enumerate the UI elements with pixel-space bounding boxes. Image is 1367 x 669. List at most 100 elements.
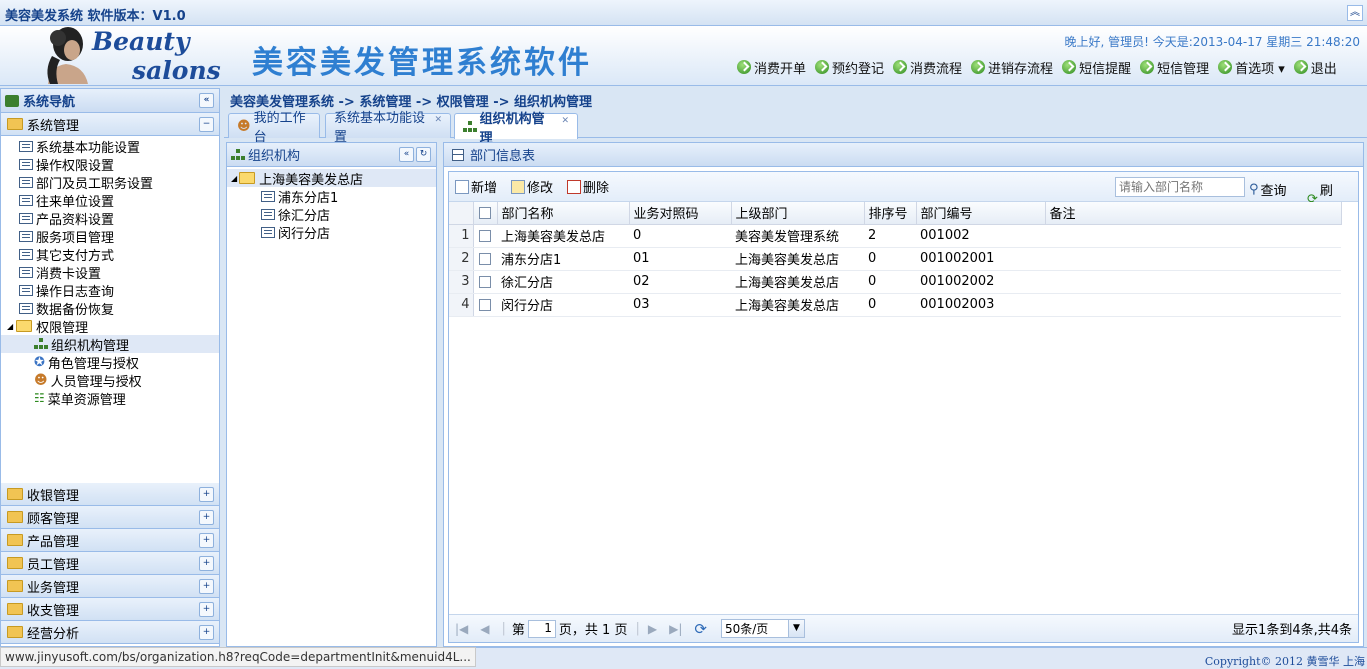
accordion-label: 收银管理 [27, 488, 80, 504]
form-icon [19, 230, 33, 242]
row-checkbox[interactable] [478, 229, 491, 242]
refresh-icon[interactable]: ⟳ [694, 620, 707, 638]
collapse-panel-button[interactable]: « [399, 147, 414, 162]
sidebar-item[interactable]: 系统基本功能设置 [19, 137, 219, 156]
column-header[interactable]: 排序号 [864, 202, 917, 225]
cell-parent: 上海美容美发总店 [731, 247, 864, 271]
sidebar-item[interactable]: 部门及员工职务设置 [19, 173, 219, 192]
accordion-employee[interactable]: 员工管理 + [1, 552, 219, 575]
sidebar-item[interactable]: 操作权限设置 [19, 155, 219, 174]
table-row[interactable]: 1 上海美容美发总店 0 美容美发管理系统 2 001002 [449, 224, 1341, 248]
close-icon[interactable]: ✕ [561, 116, 569, 126]
nav-sms-manage[interactable]: 短信管理 [1140, 57, 1209, 77]
last-page-icon[interactable]: ▶| [669, 622, 682, 636]
org-root-node[interactable]: ◢ 上海美容美发总店 [227, 169, 436, 188]
sidebar-folder-permission[interactable]: ◢ 权限管理 [7, 317, 219, 336]
row-select-cell[interactable] [473, 224, 497, 248]
expand-group-button[interactable]: + [199, 510, 214, 525]
nav-sms-reminder[interactable]: 短信提醒 [1062, 57, 1131, 77]
nav-appointment[interactable]: 预约登记 [815, 57, 884, 77]
sidebar-item-label: 产品资料设置 [36, 212, 115, 228]
chevron-down-icon[interactable]: ▼ [787, 620, 804, 637]
row-checkbox[interactable] [478, 298, 491, 311]
table-row[interactable]: 4 闵行分店 03 上海美容美发总店 0 001002003 [449, 293, 1341, 317]
expand-group-button[interactable]: + [199, 579, 214, 594]
first-page-icon[interactable]: |◀ [455, 622, 468, 636]
sidebar-item[interactable]: 其它支付方式 [19, 245, 219, 264]
department-search-input[interactable] [1115, 177, 1245, 197]
row-select-cell[interactable] [473, 293, 497, 317]
accordion-business[interactable]: 业务管理 + [1, 575, 219, 598]
nav-logout[interactable]: 退出 [1293, 57, 1337, 77]
nav-inventory-flow[interactable]: 进销存流程 [971, 57, 1053, 77]
expand-group-button[interactable]: + [199, 533, 214, 548]
accordion-analysis[interactable]: 经营分析 + [1, 621, 219, 644]
accordion-product[interactable]: 产品管理 + [1, 529, 219, 552]
sidebar-item[interactable]: 产品资料设置 [19, 209, 219, 228]
expand-arrow-icon[interactable]: ◢ [7, 322, 13, 331]
close-icon[interactable]: ✕ [434, 115, 442, 125]
table-row[interactable]: 2 浦东分店1 01 上海美容美发总店 0 001002001 [449, 247, 1341, 271]
sidebar-item[interactable]: 数据备份恢复 [19, 299, 219, 318]
row-checkbox[interactable] [478, 252, 491, 265]
row-select-cell[interactable] [473, 270, 497, 294]
column-header[interactable]: 上级部门 [731, 202, 865, 225]
org-chart-icon [463, 120, 477, 133]
org-child-node[interactable]: 徐汇分店 [231, 205, 436, 224]
next-page-icon[interactable]: ▶ [648, 622, 657, 636]
column-header[interactable]: 部门名称 [497, 202, 630, 225]
select-all-header[interactable] [473, 202, 498, 225]
sidebar-item[interactable]: 消费卡设置 [19, 263, 219, 282]
sidebar-item-menu-resource[interactable]: ☷ 菜单资源管理 [19, 389, 219, 408]
cell-sort: 2 [864, 224, 916, 248]
nav-consume-order[interactable]: 消费开单 [737, 57, 806, 77]
column-header[interactable]: 备注 [1045, 202, 1342, 225]
expand-arrow-icon[interactable]: ◢ [231, 174, 237, 183]
collapse-sidebar-button[interactable]: « [199, 93, 214, 108]
sidebar-item[interactable]: 操作日志查询 [19, 281, 219, 300]
accordion-customer[interactable]: 顾客管理 + [1, 506, 219, 529]
tab-workbench[interactable]: ☻ 我的工作台 [228, 111, 320, 145]
org-child-node[interactable]: 浦东分店1 [231, 187, 436, 206]
add-button[interactable]: 新增 [455, 177, 497, 196]
sidebar-item[interactable]: 往来单位设置 [19, 191, 219, 210]
nav-preferences[interactable]: 首选项 ▾ [1218, 57, 1285, 77]
accordion-system-manage[interactable]: 系统管理 − [1, 113, 219, 136]
accordion-finance[interactable]: 收支管理 + [1, 598, 219, 621]
row-number: 3 [449, 270, 474, 294]
query-button[interactable]: ⚲ 查询 [1249, 180, 1287, 199]
tab-system-settings[interactable]: 系统基本功能设置 ✕ [325, 111, 451, 145]
sidebar-item-org-manage[interactable]: 组织机构管理 [1, 335, 219, 354]
sidebar: 系统导航 « 系统管理 − 系统基本功能设置 操作权限设置 部门及员工职务设置 … [0, 88, 220, 647]
page-size-select[interactable]: 50条/页 ▼ [720, 619, 805, 638]
collapse-header-button[interactable]: ︽ [1347, 5, 1363, 21]
row-checkbox[interactable] [478, 275, 491, 288]
nav-consume-flow[interactable]: 消费流程 [893, 57, 962, 77]
expand-group-button[interactable]: + [199, 602, 214, 617]
tab-org-manage[interactable]: 组织机构管理 ✕ [454, 112, 578, 146]
delete-button[interactable]: 删除 [567, 177, 609, 196]
row-select-cell[interactable] [473, 247, 497, 271]
sidebar-item-user-manage[interactable]: ☻ 人员管理与授权 [19, 371, 219, 390]
expand-group-button[interactable]: + [199, 625, 214, 640]
folder-edit-icon [7, 580, 23, 592]
org-child-node[interactable]: 闵行分店 [231, 223, 436, 242]
expand-group-button[interactable]: + [199, 556, 214, 571]
select-all-checkbox[interactable] [478, 206, 491, 219]
edit-button[interactable]: 修改 [511, 177, 553, 196]
refresh-tree-button[interactable]: ↻ [416, 147, 431, 162]
collapse-group-button[interactable]: − [199, 117, 214, 132]
prev-page-icon[interactable]: ◀ [480, 622, 489, 636]
expand-group-button[interactable]: + [199, 487, 214, 502]
accordion-cashier[interactable]: 收银管理 + [1, 483, 219, 506]
sidebar-item[interactable]: 服务项目管理 [19, 227, 219, 246]
table-row[interactable]: 3 徐汇分店 02 上海美容美发总店 0 001002002 [449, 270, 1341, 294]
form-icon [19, 284, 33, 296]
column-header[interactable]: 业务对照码 [629, 202, 732, 225]
page-number-input[interactable]: 1 [527, 619, 556, 638]
refresh-icon [1293, 60, 1308, 74]
column-header[interactable]: 部门编号 [916, 202, 1046, 225]
form-icon [261, 190, 275, 202]
sidebar-item-role-manage[interactable]: ✪ 角色管理与授权 [19, 353, 219, 372]
sidebar-item-label: 其它支付方式 [36, 248, 115, 264]
